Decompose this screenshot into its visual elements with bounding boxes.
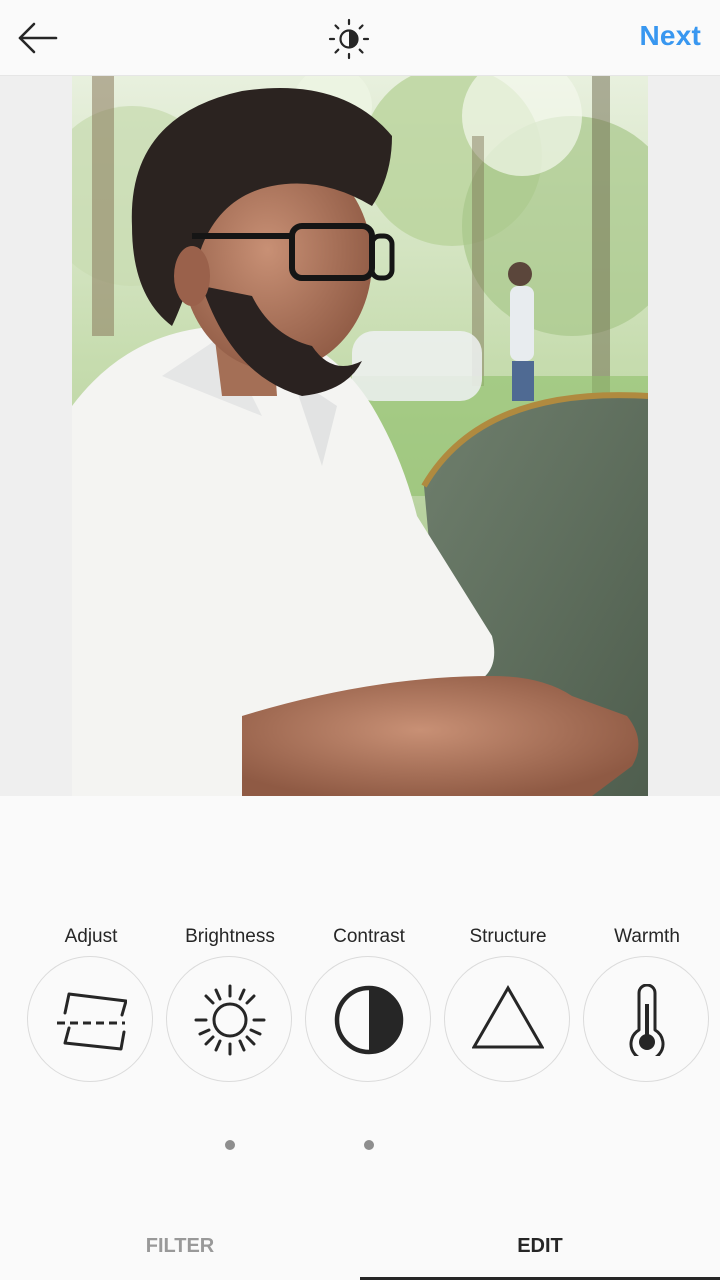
tool-adjusted-dot-brightness	[225, 1140, 235, 1150]
lux-button[interactable]	[328, 18, 370, 60]
tool-button[interactable]	[27, 956, 153, 1082]
arrow-left-icon	[18, 22, 58, 54]
tool-contrast[interactable]: Contrast	[299, 920, 439, 1090]
tool-label: Adjust	[64, 926, 118, 947]
tool-structure[interactable]: Structure	[438, 920, 578, 1090]
tool-label: Brightness	[185, 926, 275, 947]
tab-filter[interactable]: FILTER	[0, 1212, 360, 1280]
brightness-sun-icon	[194, 984, 266, 1056]
photo-edit-screen: Next Adjust Brightness Contrast Structur…	[0, 0, 720, 1280]
tool-brightness[interactable]: Brightness	[160, 920, 300, 1090]
back-button[interactable]	[14, 16, 62, 60]
tool-button[interactable]	[305, 956, 431, 1082]
thermometer-icon	[629, 984, 665, 1056]
edit-tools-row: Adjust Brightness Contrast Structure War…	[0, 920, 720, 1100]
photo-preview	[72, 76, 648, 796]
tool-button[interactable]	[444, 956, 570, 1082]
structure-triangle-icon	[472, 984, 544, 1049]
tool-button[interactable]	[583, 956, 709, 1082]
tool-adjust[interactable]: Adjust	[21, 920, 161, 1090]
tool-label: Contrast	[333, 926, 405, 947]
photo-preview-area	[0, 76, 720, 796]
bottom-tab-bar: FILTER EDIT	[0, 1212, 720, 1280]
tool-warmth[interactable]: Warmth	[577, 920, 717, 1090]
tab-edit[interactable]: EDIT	[360, 1212, 720, 1280]
tool-label: Structure	[469, 926, 547, 947]
adjust-icon	[57, 992, 127, 1051]
tool-adjusted-dot-contrast	[364, 1140, 374, 1150]
tool-label: Warmth	[614, 926, 680, 947]
contrast-half-circle-icon	[334, 985, 404, 1055]
next-button[interactable]: Next	[640, 20, 702, 52]
top-bar: Next	[0, 0, 720, 76]
lux-sun-icon	[328, 18, 370, 60]
tool-button[interactable]	[166, 956, 292, 1082]
